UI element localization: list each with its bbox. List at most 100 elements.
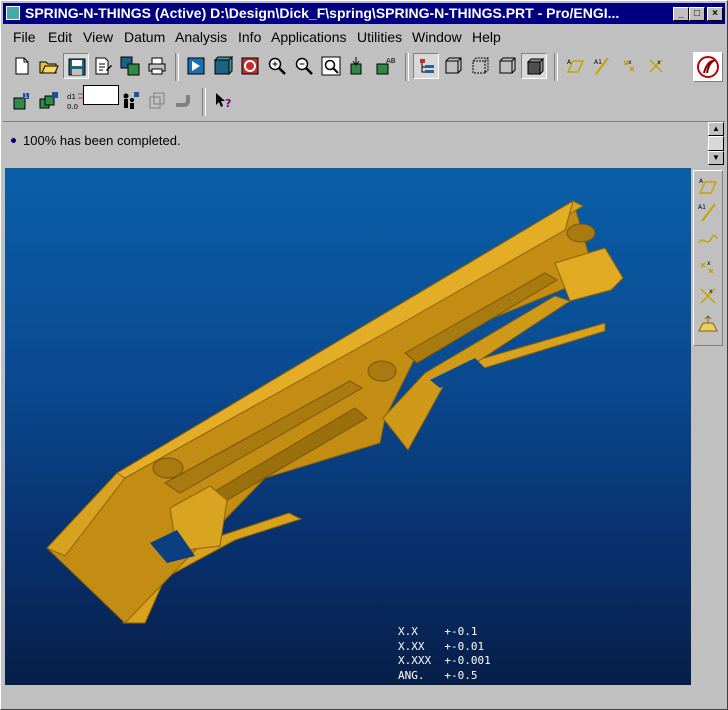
save-copy-button[interactable] [117, 53, 143, 79]
no-hidden-icon [499, 57, 516, 74]
datum-planes-icon: A [566, 59, 585, 73]
analysis-feature-tool-button[interactable] [697, 313, 719, 335]
toolbar-separator [405, 53, 409, 81]
no-hidden-button[interactable] [494, 53, 520, 79]
menu-help[interactable]: Help [472, 29, 501, 45]
tolerance-x-xx: X.XX +-0.01 [398, 639, 485, 653]
toolbar-separator [175, 53, 179, 81]
svg-text:d1: d1 [67, 93, 76, 101]
layers-button[interactable] [144, 88, 170, 114]
printer-icon [148, 57, 166, 75]
datum-axes-button[interactable]: A1 [589, 53, 615, 79]
open-folder-icon [39, 61, 59, 74]
model-tree-icon [420, 59, 434, 73]
scroll-down-button[interactable]: ▼ [708, 151, 724, 165]
svg-text:x: x [657, 59, 661, 66]
datum-axis-tool-icon: A1 [698, 203, 716, 222]
datum-axes-icon: A1 [594, 57, 609, 75]
datum-point-tool-button[interactable]: x [697, 257, 719, 279]
maximize-button[interactable]: □ [689, 7, 705, 21]
svg-text:AB: AB [386, 57, 395, 65]
coordinate-system-tool-button[interactable]: x [697, 285, 719, 307]
tooltip-box [83, 85, 119, 105]
menu-view[interactable]: View [83, 29, 113, 45]
datum-plane-tool-icon: A [698, 178, 718, 194]
graphics-viewport[interactable]: X.X +-0.1 X.XX +-0.01 X.XXX +-0.001 ANG.… [5, 168, 691, 685]
tolerance-angle: ANG. +-0.5 [398, 668, 478, 682]
tolerance-x-xxx: X.XXX +-0.001 [398, 654, 491, 667]
menu-window[interactable]: Window [412, 29, 462, 45]
new-file-button[interactable] [9, 53, 35, 79]
toolbar-separator [554, 53, 558, 81]
orient-mode-button[interactable] [237, 53, 263, 79]
datum-points-icon: x [623, 59, 635, 72]
application-window: SPRING-N-THINGS (Active) D:\Design\Dick_… [0, 0, 728, 710]
context-help-logo-button[interactable] [693, 52, 723, 82]
bullet-icon [11, 138, 16, 143]
hidden-line-button[interactable] [467, 53, 493, 79]
scroll-up-button[interactable]: ▲ [708, 122, 724, 136]
svg-text:1: 1 [24, 93, 28, 100]
layers-icon [149, 92, 165, 109]
saved-views-button[interactable]: AB [372, 53, 398, 79]
shading-button[interactable] [521, 53, 547, 79]
coordinate-systems-button[interactable]: x [643, 53, 669, 79]
svg-text:A: A [699, 178, 704, 185]
menu-utilities[interactable]: Utilities [357, 29, 402, 45]
svg-text:x: x [709, 288, 713, 295]
repaint-button[interactable] [183, 53, 209, 79]
save-button[interactable] [63, 53, 89, 79]
window-title: SPRING-N-THINGS (Active) D:\Design\Dick_… [25, 5, 620, 21]
regenerate-manager-button[interactable] [36, 88, 62, 114]
print-button[interactable] [144, 53, 170, 79]
zoom-out-button[interactable] [291, 53, 317, 79]
datum-axis-tool-button[interactable]: A1 [697, 201, 719, 223]
menu-info[interactable]: Info [238, 29, 261, 45]
spring-part-model[interactable] [5, 168, 691, 685]
rename-icon [95, 57, 112, 75]
zoom-in-button[interactable] [264, 53, 290, 79]
status-bar [3, 687, 725, 707]
zoom-in-icon [268, 57, 286, 75]
svg-text:x: x [628, 59, 632, 66]
scroll-track[interactable] [708, 136, 724, 151]
pipe-button[interactable] [171, 88, 197, 114]
minimize-button[interactable]: _ [673, 7, 689, 21]
svg-text:A1: A1 [698, 204, 706, 211]
refit-button[interactable] [318, 53, 344, 79]
view-orientation-button[interactable] [345, 53, 371, 79]
family-table-icon [123, 92, 139, 109]
open-file-button[interactable] [36, 53, 62, 79]
close-button[interactable]: × [707, 7, 723, 21]
app-icon[interactable] [6, 6, 20, 20]
orient-icon [241, 57, 259, 75]
title-bar[interactable]: SPRING-N-THINGS (Active) D:\Design\Dick_… [3, 3, 725, 24]
svg-text:x: x [707, 260, 711, 267]
datum-points-button[interactable]: x [616, 53, 642, 79]
datum-point-tool-icon: x [700, 260, 714, 274]
family-table-button[interactable] [117, 88, 143, 114]
coord-sys-icon: x [649, 59, 663, 73]
datum-curve-tool-button[interactable] [697, 229, 719, 251]
datum-plane-tool-button[interactable]: A [697, 175, 719, 197]
coordinate-system-tool-icon: x [700, 288, 716, 304]
new-file-icon [15, 57, 29, 75]
model-tree-button[interactable] [413, 53, 439, 79]
datum-planes-button[interactable]: A [562, 53, 588, 79]
regenerate-icon: 1 [13, 93, 29, 110]
regenerate-button[interactable]: 1 [9, 88, 35, 114]
wireframe-button[interactable] [440, 53, 466, 79]
menu-analysis[interactable]: Analysis [175, 29, 227, 45]
rename-button[interactable] [90, 53, 116, 79]
svg-text:0.0: 0.0 [67, 103, 78, 111]
shade-button[interactable] [210, 53, 236, 79]
view-orientation-icon [350, 57, 362, 75]
menu-file[interactable]: File [13, 29, 36, 45]
hidden-line-icon [472, 57, 489, 74]
menu-edit[interactable]: Edit [48, 29, 72, 45]
message-area: 100% has been completed. ▲ ▼ [3, 121, 725, 168]
menu-datum[interactable]: Datum [124, 29, 165, 45]
refit-icon [321, 56, 341, 76]
whats-this-button[interactable]: ? [210, 88, 236, 114]
menu-applications[interactable]: Applications [271, 29, 347, 45]
